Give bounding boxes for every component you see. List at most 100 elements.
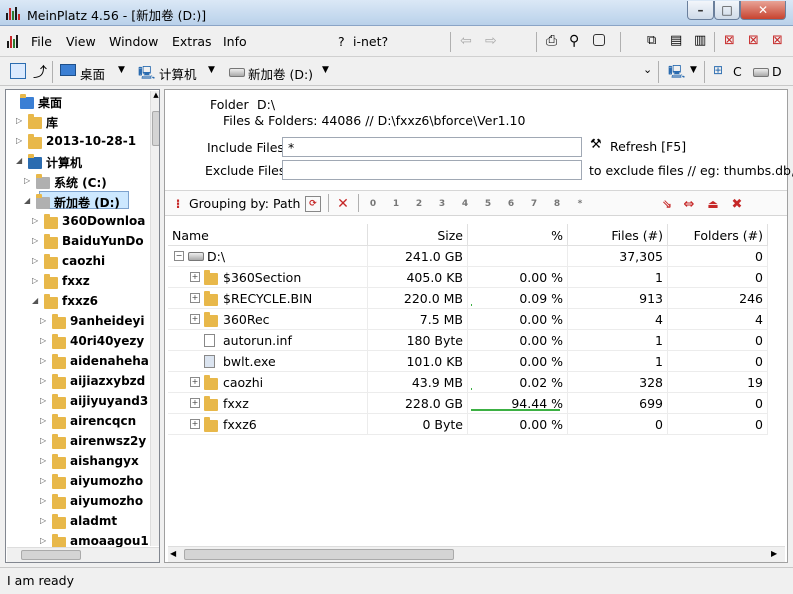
drive-icon[interactable] <box>753 68 769 77</box>
tree-item[interactable]: ◢ 计算机 <box>6 152 148 172</box>
tree-item[interactable]: ▷ 系统 (C:) <box>6 172 148 192</box>
tree-item[interactable]: ◢ 新加卷 (D:) <box>6 192 148 212</box>
drive-d-button[interactable]: D <box>772 64 782 79</box>
tree-expander-icon[interactable]: ▷ <box>40 376 46 385</box>
group-level-8-icon[interactable]: 8 <box>549 196 565 212</box>
tree-expander-icon[interactable]: ▷ <box>32 276 38 285</box>
drive-c-button[interactable]: C <box>733 64 742 79</box>
expand-icon[interactable]: + <box>190 419 200 429</box>
back-icon[interactable]: ⇦ <box>460 33 476 49</box>
close-all-icon[interactable]: ⊠ <box>748 33 764 49</box>
tree-item[interactable]: ▷ airencqcn <box>6 412 148 432</box>
group-level-9-icon[interactable]: * <box>572 196 588 212</box>
cascade-icon[interactable]: ⧉ <box>647 33 663 49</box>
exclude-files-input[interactable] <box>282 160 582 180</box>
table-row[interactable]: bwlt.exe 101.0 KB 0.00 % 1 0 <box>168 351 768 372</box>
refresh-button[interactable]: Refresh [F5] <box>610 139 686 154</box>
tree-expander-icon[interactable]: ▷ <box>40 476 46 485</box>
tree-item[interactable]: ▷ fxxz <box>6 272 148 292</box>
tree-item[interactable]: ▷ aidenaheha <box>6 352 149 372</box>
tree-expander-icon[interactable]: ▷ <box>16 116 22 125</box>
tree-item[interactable]: ▷ aijiazxybzd <box>6 372 148 392</box>
col-folders[interactable]: Folders (#) <box>668 224 768 246</box>
col-name[interactable]: Name <box>168 224 368 246</box>
clear-icon[interactable]: ✕ <box>335 196 351 212</box>
tree-horizontal-scrollbar[interactable] <box>7 547 159 562</box>
forward-icon[interactable]: ⇨ <box>485 33 501 49</box>
tile-horizontal-icon[interactable]: ▤ <box>670 33 686 49</box>
group-level-5-icon[interactable]: 5 <box>480 196 496 212</box>
expand-icon[interactable]: + <box>190 293 200 303</box>
menu-info[interactable]: Info <box>223 34 247 49</box>
tree-item[interactable]: ▷ airenwsz2y <box>6 432 148 452</box>
tree-expander-icon[interactable]: ◢ <box>32 296 38 305</box>
menu-window[interactable]: Window <box>109 34 158 49</box>
group-level-7-icon[interactable]: 7 <box>526 196 542 212</box>
menu-extras[interactable]: Extras <box>172 34 212 49</box>
table-row[interactable]: + fxxz 228.0 GB 94.44 % 699 0 <box>168 393 768 414</box>
expand-icon[interactable]: + <box>190 272 200 282</box>
tree-item[interactable]: ▷ aishangyx <box>6 452 148 472</box>
tree-expander-icon[interactable]: ▷ <box>40 396 46 405</box>
computer-icon[interactable]: 🖳 <box>668 63 685 80</box>
tree-expander-icon[interactable]: ▷ <box>40 416 46 425</box>
tree-expander-icon[interactable]: ▷ <box>40 536 46 545</box>
tree-icon[interactable]: ⏏ <box>705 196 721 212</box>
table-row[interactable]: + caozhi 43.9 MB 0.02 % 328 19 <box>168 372 768 393</box>
col-files[interactable]: Files (#) <box>568 224 668 246</box>
expand-icon[interactable]: − <box>174 251 184 261</box>
expand-icon[interactable]: + <box>190 377 200 387</box>
tile-vertical-icon[interactable]: ▥ <box>694 33 710 49</box>
menu-file[interactable]: File <box>31 34 52 49</box>
tree-item[interactable]: ▷ BaiduYunDo <box>6 232 148 252</box>
close-others-icon[interactable]: ⊠ <box>772 33 788 49</box>
folder-tree[interactable]: 桌面 ▷ 库 ▷ 2013-10-28-1 ◢ 计算机 ▷ 系统 (C:) ◢ 新加卷 (D:) ▷ 3… <box>5 89 160 563</box>
tree-item[interactable]: ▷ aijiyuyand3 <box>6 392 148 412</box>
tree-item[interactable]: ▷ caozhi <box>6 252 148 272</box>
tree-item[interactable]: ▷ aiyumozho <box>6 492 148 512</box>
group-level-1-icon[interactable]: 1 <box>388 196 404 212</box>
tree-item[interactable]: ▷ 40ri40yezy <box>6 332 148 352</box>
menu-inet[interactable]: i-net? <box>353 34 388 49</box>
overflow-chevron-icon[interactable]: ⌄ <box>643 63 652 76</box>
tree-item[interactable]: ▷ 库 <box>6 112 148 132</box>
windows-drive-icon[interactable]: ⊞ <box>713 63 729 79</box>
table-row[interactable]: +360Rec 7.5 MB 0.00 % 4 4 <box>168 309 768 330</box>
app-menu-icon[interactable] <box>6 33 22 49</box>
tree-expander-icon[interactable]: ▷ <box>24 176 30 185</box>
menu-view[interactable]: View <box>66 34 96 49</box>
tree-expander-icon[interactable]: ◢ <box>16 156 22 165</box>
menu-help[interactable]: ? <box>338 34 345 49</box>
col-size[interactable]: Size <box>368 224 468 246</box>
up-folder-icon[interactable]: ⤴ <box>33 62 49 81</box>
desktop-location[interactable]: 桌面 <box>80 64 105 83</box>
panel-icon[interactable] <box>10 63 26 79</box>
expand-icon[interactable]: + <box>190 398 200 408</box>
tree-expander-icon[interactable]: ▷ <box>32 216 38 225</box>
col-percent[interactable]: % <box>468 224 568 246</box>
computer-location[interactable]: 计算机 <box>159 64 197 83</box>
tree-expander-icon[interactable]: ▷ <box>40 516 46 525</box>
table-row[interactable]: autorun.inf 180 Byte 0.00 % 1 0 <box>168 330 768 351</box>
group-level-4-icon[interactable]: 4 <box>457 196 473 212</box>
tree-expander-icon[interactable]: ▷ <box>40 456 46 465</box>
tree-item[interactable]: ◢ fxxz6 <box>6 292 148 312</box>
sort-icon[interactable]: ⇘ <box>659 196 675 212</box>
table-row[interactable]: − D:\ 241.0 GB 37,305 0 <box>168 246 768 267</box>
chevron-down-icon[interactable]: ▼ <box>208 65 215 75</box>
table-horizontal-scrollbar[interactable]: ◀ ▶ <box>168 546 785 562</box>
chevron-down-icon[interactable]: ▼ <box>322 65 329 75</box>
tree-expander-icon[interactable]: ▷ <box>40 496 46 505</box>
table-row[interactable]: + fxxz6 0 Byte 0.00 % 0 0 <box>168 414 768 435</box>
chevron-down-icon[interactable]: ▼ <box>690 65 697 75</box>
tree-item[interactable]: ▷ aladmt <box>6 512 148 532</box>
tree-vertical-scrollbar[interactable]: ▲ <box>150 91 159 546</box>
tree-expander-icon[interactable]: ▷ <box>32 236 38 245</box>
tree-item[interactable]: 桌面 <box>6 92 148 112</box>
table-row[interactable]: + $360Section 405.0 KB 0.00 % 1 0 <box>168 267 768 288</box>
results-table[interactable]: Name Size % Files (#) Folders (#) − D:\ 24… <box>168 224 768 544</box>
tree-expander-icon[interactable]: ▷ <box>32 256 38 265</box>
tree-expander-icon[interactable]: ▷ <box>40 316 46 325</box>
tree-expander-icon[interactable]: ▷ <box>16 136 22 145</box>
window-icon[interactable] <box>593 34 605 46</box>
